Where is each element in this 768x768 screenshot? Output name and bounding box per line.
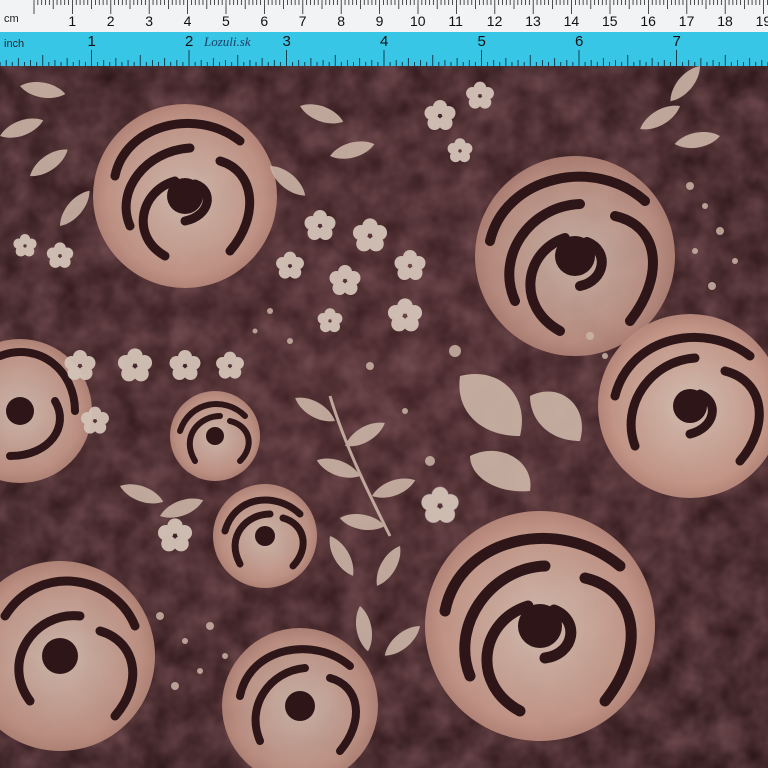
ruler-brand-logo: Lozuli.sk (204, 34, 251, 49)
inch-label: 1 (87, 33, 96, 50)
inch-unit-label: inch (4, 38, 25, 50)
cm-label: 17 (678, 13, 695, 29)
inch-label: 5 (477, 33, 486, 50)
cm-label: 12 (486, 13, 503, 29)
cm-label: 1 (68, 13, 77, 29)
inch-scale-strip: inch 1 2 3 4 5 6 7 (0, 32, 768, 66)
cm-label: 3 (145, 13, 153, 29)
cm-label: 13 (525, 13, 541, 29)
inch-label: 2 (185, 33, 194, 50)
cm-label: 6 (260, 13, 269, 29)
inch-label: 3 (282, 33, 291, 50)
cm-label: 19 (755, 13, 768, 29)
cm-label: 18 (717, 13, 733, 29)
inch-label: 6 (575, 33, 584, 50)
cm-label: 14 (563, 13, 580, 29)
cm-label: 2 (106, 13, 115, 29)
batik-fabric-swatch (0, 66, 768, 768)
cm-unit-label: cm (4, 13, 19, 25)
cm-label: 16 (640, 13, 656, 29)
inch-label: 4 (380, 33, 389, 50)
cm-label: 4 (183, 13, 192, 29)
measuring-ruler: cm 123456789101112131415161718192 inch 1… (0, 0, 768, 66)
cm-scale-strip: cm 123456789101112131415161718192 (0, 0, 768, 33)
cm-label: 15 (602, 13, 618, 29)
rose-bottom-center (425, 511, 655, 741)
cm-label: 10 (410, 13, 426, 29)
cm-label: 9 (375, 13, 384, 29)
rose-top-left (93, 104, 277, 288)
cm-label: 7 (298, 13, 307, 29)
rose-center-lower (213, 484, 317, 588)
rose-center-small (170, 391, 260, 481)
cm-label: 11 (448, 13, 463, 29)
inch-label: 7 (672, 33, 681, 50)
cm-label: 8 (337, 13, 345, 29)
cm-label: 5 (222, 13, 230, 29)
